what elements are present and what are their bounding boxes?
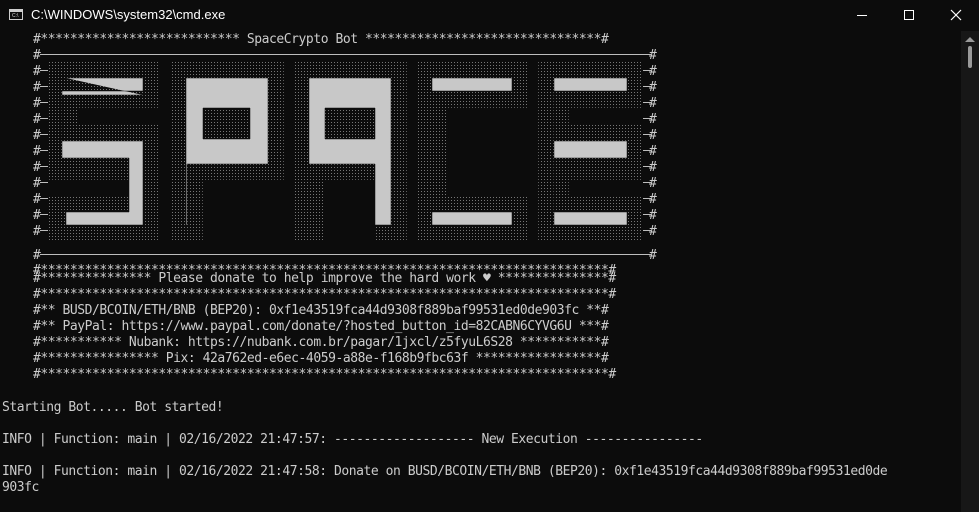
banner-edge-left: # (33, 192, 41, 207)
log-entry-new-execution: INFO | Function: main | 02/16/2022 21:47… (2, 432, 703, 447)
banner-star-line: #***************************************… (33, 367, 616, 382)
minimize-button[interactable] (839, 0, 885, 31)
banner-edge-left-bottom: # (33, 248, 41, 263)
banner-paypal-line: #** PayPal: https://www.paypal.com/donat… (33, 319, 609, 334)
banner-edge-right: # (649, 224, 657, 239)
banner-star-line: #***************************************… (33, 287, 616, 302)
banner-title-line: #*************************** SpaceCrypto… (33, 32, 609, 47)
console-icon-label: C:\ (12, 13, 19, 19)
banner-edge-left: # (33, 160, 41, 175)
close-icon (950, 9, 962, 21)
banner-edge-left: # (33, 112, 41, 127)
scrollbar[interactable] (961, 31, 979, 512)
banner-pix-line: #**************** Pix: 42a762ed-e6ec-405… (33, 351, 609, 366)
maximize-button[interactable] (886, 0, 932, 31)
banner-edge-right: # (649, 80, 657, 95)
banner-edge-left: # (33, 64, 41, 79)
console-output[interactable]: #*************************** SpaceCrypto… (0, 31, 961, 512)
close-button[interactable] (933, 0, 979, 31)
scrollbar-thumb[interactable] (968, 46, 972, 68)
banner-edge-right: # (649, 96, 657, 111)
banner-donate-line: #*************** Please donate to help i… (33, 271, 616, 286)
banner-edge-left: # (33, 144, 41, 159)
banner-edge-right: # (649, 208, 657, 223)
banner-edge-right: # (649, 160, 657, 175)
banner-rule-bottom (40, 254, 651, 255)
banner-edge-left: # (33, 80, 41, 95)
banner-edge-left: # (33, 96, 41, 111)
banner-edge-left: # (33, 224, 41, 239)
banner-wallet-line: #** BUSD/BCOIN/ETH/BNB (BEP20): 0xf1e435… (33, 303, 609, 318)
banner-edge-left: # (33, 48, 41, 63)
banner-nubank-line: #*********** Nubank: https://nubank.com.… (33, 335, 609, 350)
banner-edge-right: # (649, 64, 657, 79)
window-title: C:\WINDOWS\system32\cmd.exe (31, 7, 226, 22)
console-icon[interactable]: C:\ (9, 9, 23, 20)
banner-edge-right: # (649, 112, 657, 127)
banner-edge-right: # (649, 144, 657, 159)
scroll-up-arrow-icon[interactable] (965, 37, 975, 42)
banner-edge-right: # (649, 176, 657, 191)
space-ascii-art (48, 61, 643, 242)
banner-edge-right: # (649, 192, 657, 207)
banner-edge-left: # (33, 128, 41, 143)
banner-edge-right: # (649, 128, 657, 143)
banner-edge-right-bottom: # (649, 248, 657, 263)
banner-edge-left: # (33, 176, 41, 191)
log-entry-donate: INFO | Function: main | 02/16/2022 21:47… (2, 464, 888, 479)
log-entry-donate-wrap: 903fc (2, 480, 39, 495)
banner-rule (40, 54, 651, 55)
banner-edge-left: # (33, 208, 41, 223)
banner-edge-right: # (649, 48, 657, 63)
title-bar: C:\ C:\WINDOWS\system32\cmd.exe (0, 0, 979, 31)
log-starting-line: Starting Bot..... Bot started! (2, 400, 224, 415)
